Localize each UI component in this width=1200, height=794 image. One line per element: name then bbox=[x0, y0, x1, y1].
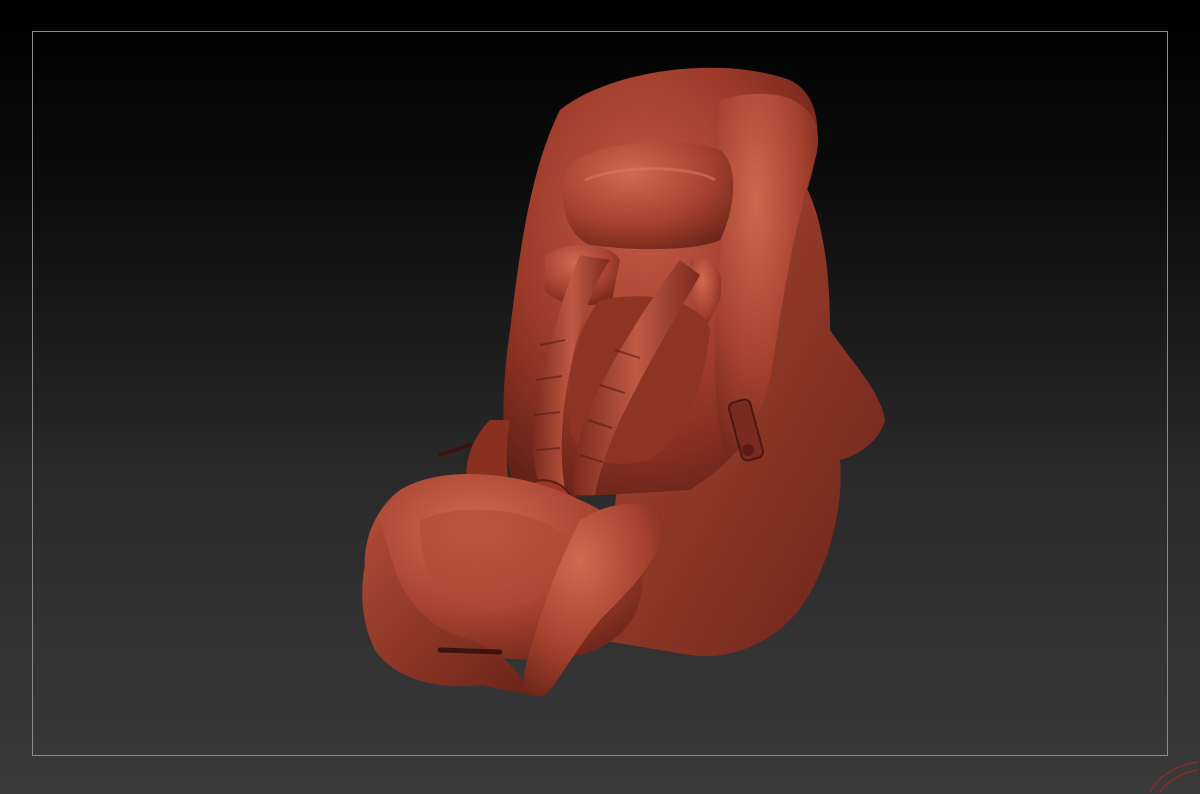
headrest bbox=[562, 141, 734, 250]
car-seat-model[interactable] bbox=[0, 0, 1200, 794]
zbrush-logo-icon bbox=[1149, 761, 1199, 793]
base-slot bbox=[437, 647, 503, 655]
3d-viewport[interactable] bbox=[0, 0, 1200, 794]
